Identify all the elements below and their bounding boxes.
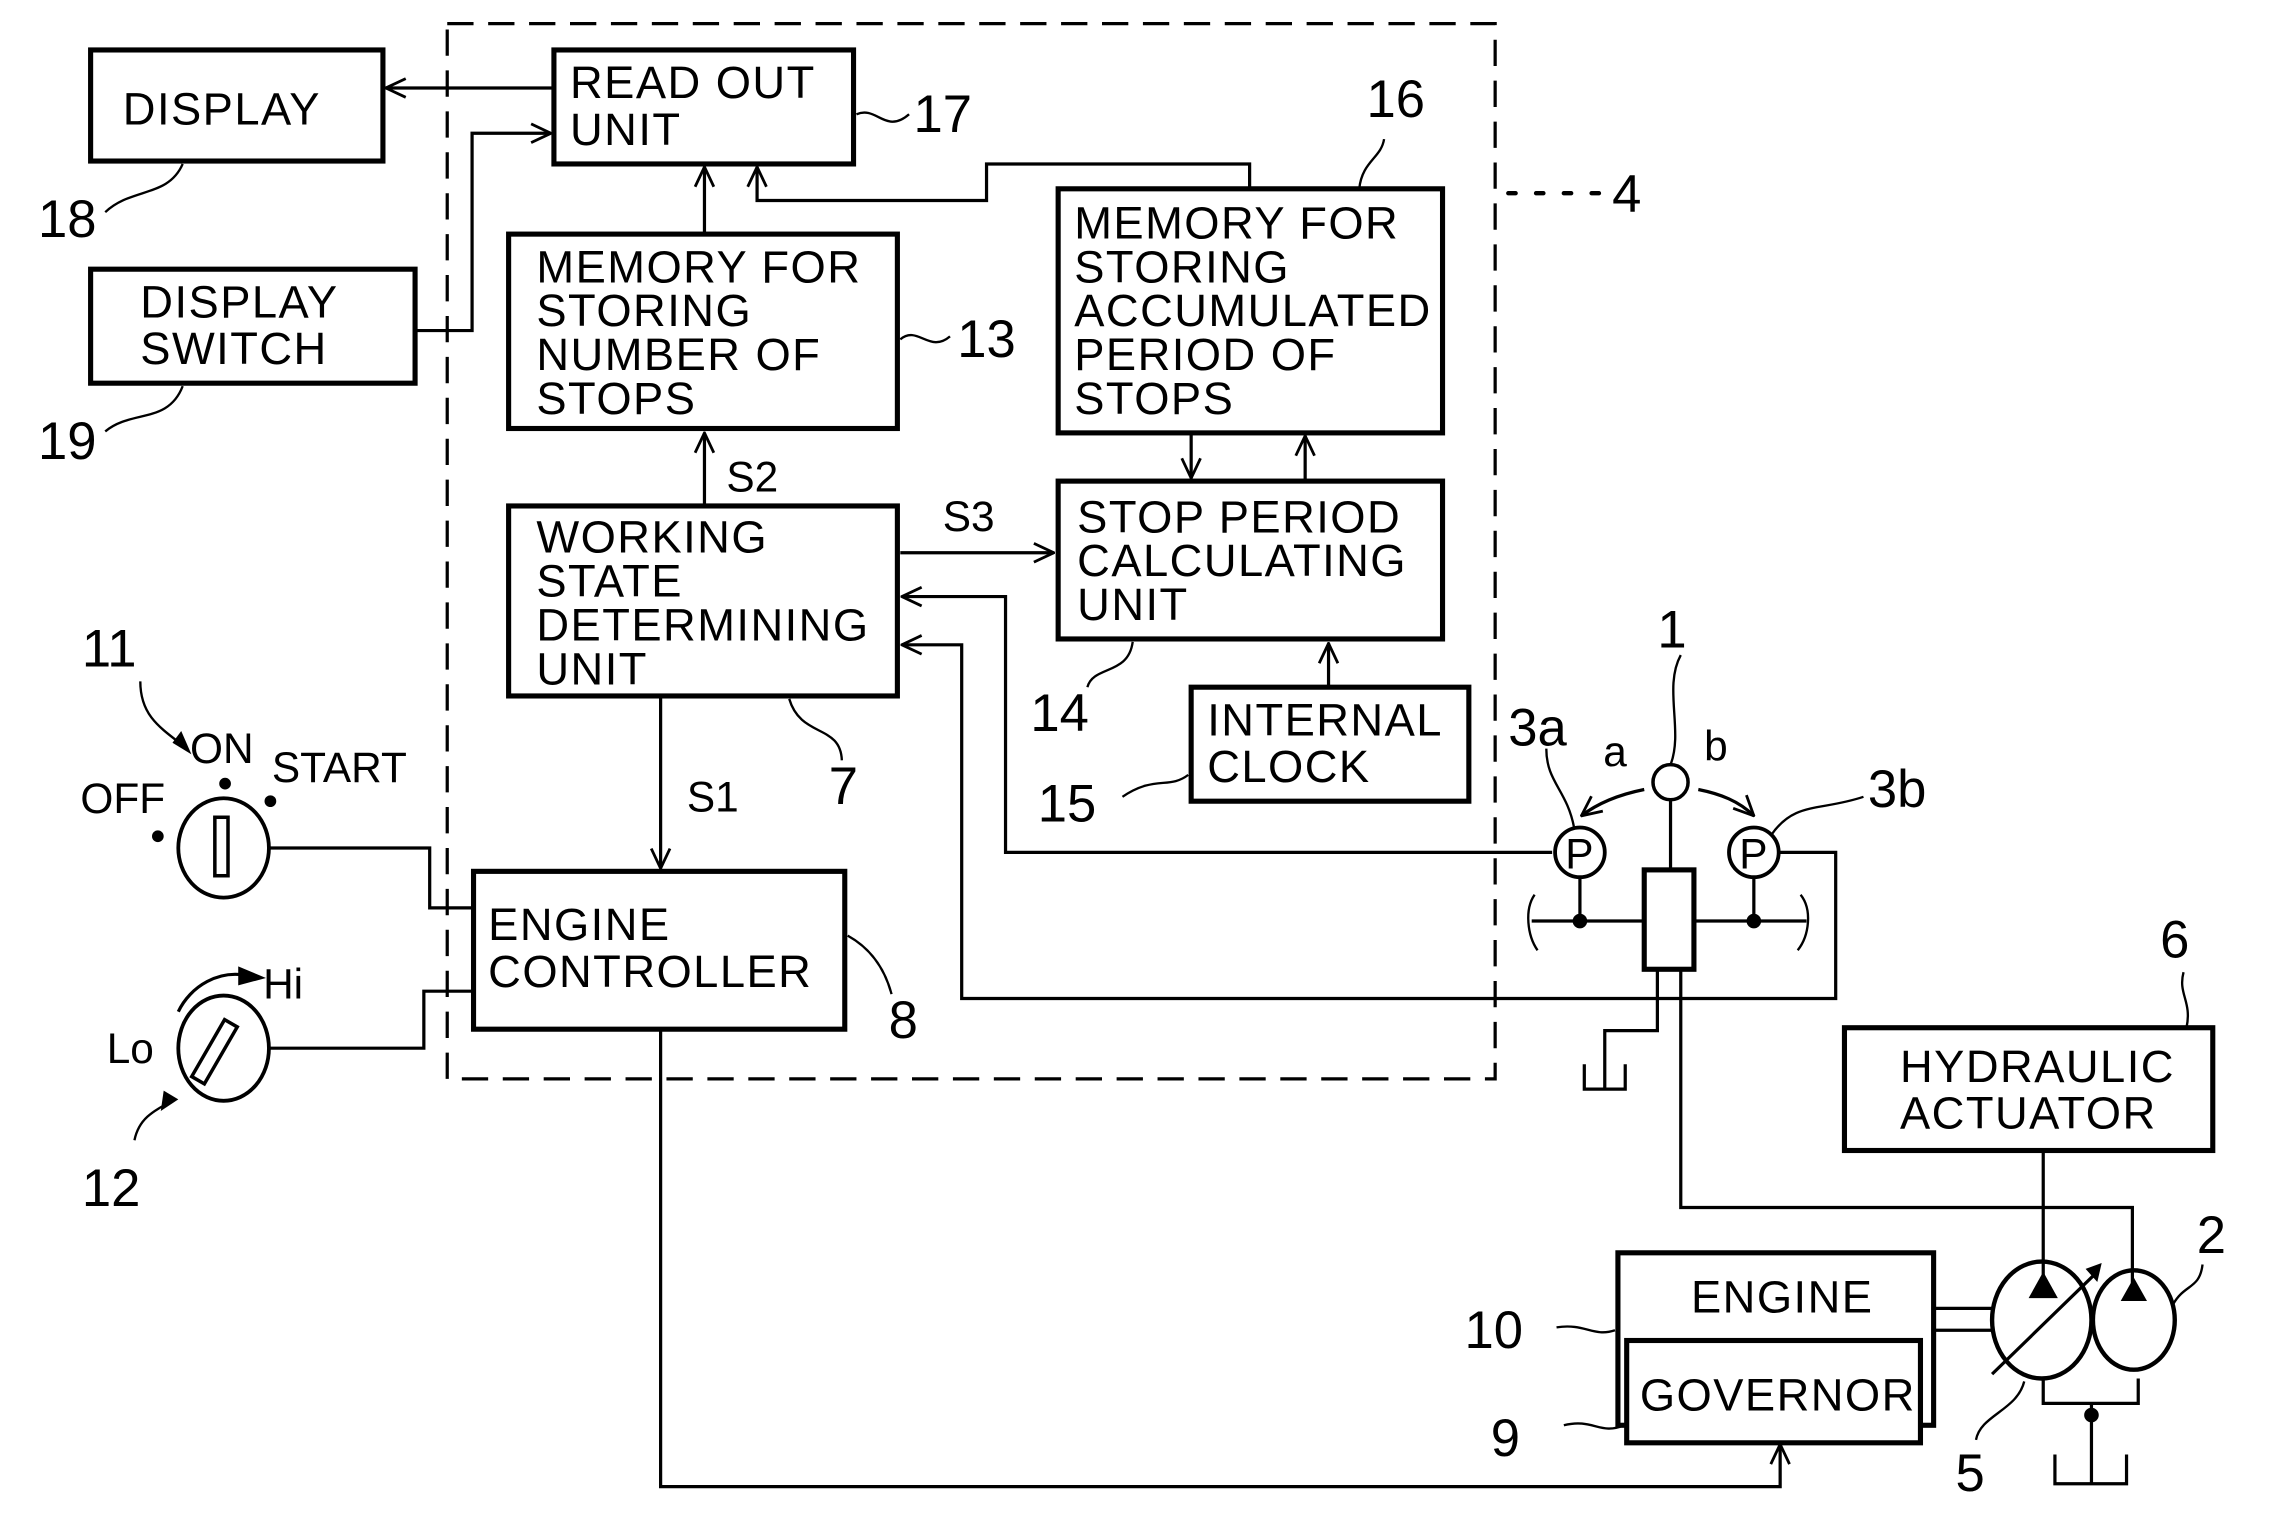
svg-text:UNIT: UNIT [1077, 579, 1189, 630]
key-off-label: OFF [80, 775, 165, 822]
svg-text:INTERNAL: INTERNAL [1207, 694, 1443, 745]
lever-direction-b-arrow [1697, 787, 1754, 816]
ref-engine-controller: 8 [889, 991, 918, 1050]
pilot-pump [2090, 1268, 2177, 1372]
ref-controller: 4 [1612, 165, 1641, 224]
lever-direction-a-arrow [1581, 787, 1645, 816]
lever-b-label: b [1704, 722, 1728, 769]
ref-display: 18 [38, 190, 97, 249]
signal-s1: S1 [687, 773, 739, 820]
svg-text:STOPS: STOPS [1074, 373, 1234, 424]
block-diagram: 4 DISPLAY 18 DISPLAY SWITCH 19 READ OUT … [38, 22, 2226, 1503]
svg-text:SWITCH: SWITCH [140, 323, 327, 374]
svg-text:DISPLAY: DISPLAY [123, 84, 321, 135]
lever-a-label: a [1603, 728, 1627, 775]
ref-pilot-pump: 2 [2197, 1206, 2226, 1265]
svg-text:ENGINE: ENGINE [1691, 1272, 1873, 1323]
ref-read-out-unit: 17 [913, 85, 972, 144]
throttle-hi-label: Hi [263, 961, 303, 1008]
ref-stop-period: 14 [1030, 684, 1089, 743]
pressure-sensor-3b: P [1727, 825, 1781, 922]
ref-key-switch: 11 [82, 620, 137, 679]
display-switch-block: DISPLAY SWITCH [88, 266, 418, 386]
controller-to-governor-arrow [659, 1029, 1781, 1489]
variable-pump [1989, 1259, 2140, 1405]
svg-text:P: P [1565, 830, 1593, 877]
ref-governor: 9 [1491, 1409, 1520, 1468]
ref-memory-accumulated-period: 16 [1367, 70, 1426, 129]
ref-control-lever: 1 [1657, 601, 1686, 660]
ref-pressure-sensor-a: 3a [1508, 699, 1567, 758]
ref-variable-pump: 5 [1956, 1444, 1985, 1503]
ref-hydraulic-actuator: 6 [2160, 911, 2189, 970]
key-to-controller-wire [270, 846, 474, 910]
signal-s2: S2 [726, 453, 778, 500]
display-block: DISPLAY [88, 47, 386, 164]
svg-text:CONTROLLER: CONTROLLER [488, 946, 812, 997]
working-state-determining-unit-block: WORKING STATE DETERMINING UNIT [506, 503, 900, 699]
throttle-dial[interactable] [176, 966, 271, 1103]
read-out-unit-block: READ OUT UNIT [551, 47, 857, 167]
governor-block: GOVERNOR [1624, 1337, 1924, 1446]
svg-text:READ OUT: READ OUT [570, 57, 816, 108]
ref-internal-clock: 15 [1038, 775, 1097, 834]
throttle-lo-label: Lo [107, 1025, 154, 1072]
svg-text:STOPS: STOPS [536, 373, 696, 424]
svg-text:ENGINE: ENGINE [488, 899, 670, 950]
pilot-valve [1641, 867, 1697, 972]
pressure-sensor-3a: P [1553, 825, 1607, 922]
internal-clock-block: INTERNAL CLOCK [1188, 684, 1472, 804]
ref-pressure-sensor-b: 3b [1868, 760, 1927, 819]
signal-s3: S3 [943, 493, 995, 540]
stop-period-calculating-unit-block: STOP PERIOD CALCULATING UNIT [1055, 478, 1446, 642]
ref-working-state: 7 [829, 757, 858, 816]
engine-controller-block: ENGINE CONTROLLER [470, 868, 848, 1032]
svg-text:ACTUATOR: ACTUATOR [1900, 1088, 2157, 1139]
svg-text:P: P [1739, 830, 1767, 877]
memory-accumulated-period-block: MEMORY FOR STORING ACCUMULATED PERIOD OF… [1055, 186, 1446, 436]
ref-display-switch: 19 [38, 412, 97, 471]
key-switch[interactable] [152, 777, 277, 900]
ref-engine: 10 [1464, 1301, 1523, 1360]
key-start-label: START [272, 744, 407, 791]
svg-text:DISPLAY: DISPLAY [140, 276, 338, 327]
ref-throttle-dial: 12 [82, 1159, 141, 1218]
svg-text:UNIT: UNIT [536, 643, 648, 694]
svg-text:UNIT: UNIT [570, 104, 682, 155]
control-lever[interactable] [1651, 762, 1690, 870]
ref-memory-number-of-stops: 13 [957, 310, 1016, 369]
hydraulic-actuator-block: HYDRAULIC ACTUATOR [1841, 1025, 2216, 1154]
svg-text:HYDRAULIC: HYDRAULIC [1900, 1041, 2175, 1092]
memory-number-of-stops-block: MEMORY FOR STORING NUMBER OF STOPS [506, 231, 900, 432]
svg-text:GOVERNOR: GOVERNOR [1640, 1370, 1916, 1421]
key-on-label: ON [190, 725, 254, 772]
svg-text:CLOCK: CLOCK [1207, 741, 1370, 792]
